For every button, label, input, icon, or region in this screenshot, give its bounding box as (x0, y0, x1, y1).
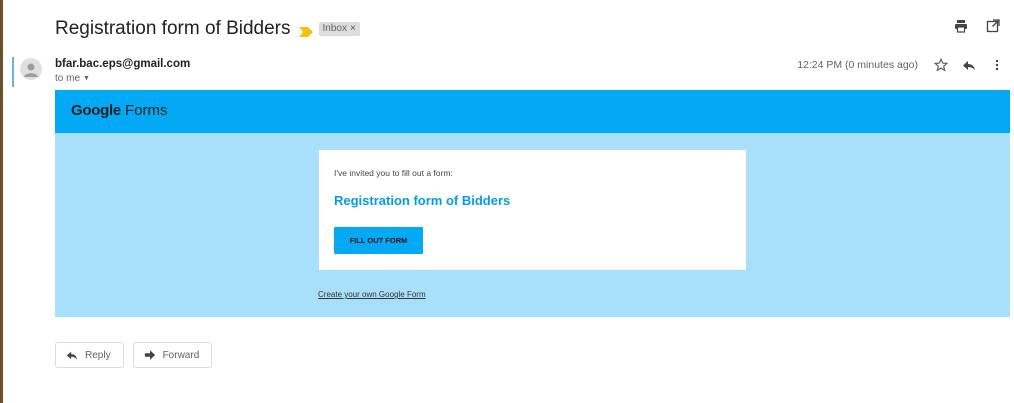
message-time: 12:24 PM (0 minutes ago) (797, 59, 918, 71)
forms-body: I've invited you to fill out a form: Reg… (55, 133, 1010, 317)
star-icon[interactable] (933, 57, 949, 72)
forward-icon (144, 349, 156, 361)
sender-email[interactable]: bfar.bac.eps@gmail.com (55, 58, 190, 70)
avatar-icon (20, 58, 42, 80)
invite-card: I've invited you to fill out a form: Reg… (319, 150, 746, 270)
email-subject: Registration form of Bidders (55, 18, 291, 39)
fill-out-form-button[interactable]: FILL OUT FORM (334, 227, 423, 254)
importance-marker-icon[interactable] (298, 24, 313, 37)
subject-row: Registration form of Bidders Inbox × (55, 16, 360, 42)
inbox-label-chip[interactable]: Inbox × (318, 22, 360, 36)
inbox-label-text: Inbox (322, 23, 347, 34)
create-google-form-link[interactable]: Create your own Google Form (318, 290, 426, 299)
forward-label: Forward (162, 349, 200, 361)
reply-icon[interactable] (962, 58, 976, 72)
chevron-down-icon: ▼ (83, 75, 90, 82)
more-vert-icon[interactable] (990, 58, 1004, 72)
forms-header: Google Forms (55, 90, 1010, 133)
remove-label-button[interactable]: × (350, 23, 356, 34)
google-forms-logo: Google Forms (71, 102, 168, 119)
recipient-details-toggle[interactable]: to me ▼ (55, 73, 190, 84)
reply-button[interactable]: Reply (55, 342, 124, 368)
form-title[interactable]: Registration form of Bidders (334, 193, 510, 208)
print-icon[interactable] (954, 19, 968, 33)
recipient-text: to me (55, 73, 81, 84)
forward-button[interactable]: Forward (132, 342, 213, 368)
sender-block: bfar.bac.eps@gmail.com to me ▼ (55, 58, 190, 84)
message-actions: Reply Forward (55, 342, 213, 368)
open-in-new-window-icon[interactable] (986, 19, 1000, 33)
window-edge (0, 0, 3, 403)
invite-text: I've invited you to fill out a form: (334, 168, 453, 178)
thread-marker (12, 57, 14, 87)
thread-actions (954, 19, 1000, 33)
reply-label: Reply (85, 349, 111, 361)
reply-icon (66, 349, 78, 361)
message-meta: 12:24 PM (0 minutes ago) (797, 57, 1004, 72)
